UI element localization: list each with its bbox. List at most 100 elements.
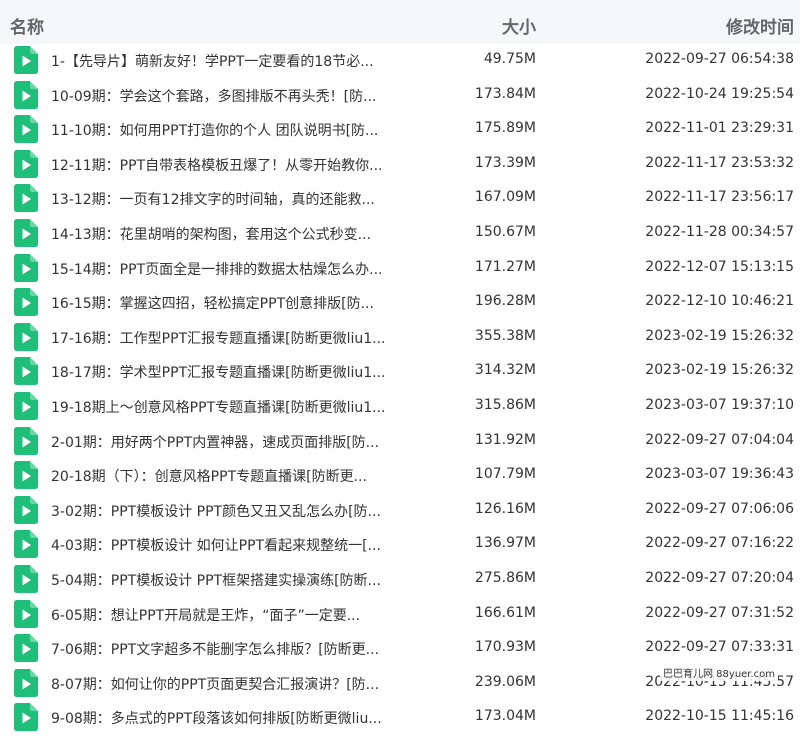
file-row[interactable]: 16-15期：掌握这四招，轻松搞定PPT创意排版[防... 196.28M 2022… bbox=[0, 283, 800, 318]
watermark: 巴巴育儿网 88yuer.com bbox=[660, 664, 779, 681]
file-row[interactable]: 5-04期：PPT模板设计 PPT框架搭建实操演练[防断... 275.86M 20… bbox=[0, 560, 800, 595]
video-file-icon bbox=[14, 599, 38, 628]
file-row[interactable]: 13-12期：一页有12排文字的时间轴，真的还能救... 167.09M 2022-… bbox=[0, 179, 800, 214]
file-row[interactable]: 12-11期：PPT自带表格模板丑爆了！从零开始教你... 173.39M 2022… bbox=[0, 145, 800, 180]
video-file-icon bbox=[14, 495, 38, 524]
column-header-modified[interactable]: 修改时间 bbox=[660, 13, 794, 38]
video-file-icon bbox=[14, 46, 38, 74]
file-modified-time: 2022-10-24 19:25:54 bbox=[645, 85, 794, 102]
file-row[interactable]: 15-14期：PPT页面全是一排排的数据太枯燥怎么办... 171.27M 2022… bbox=[0, 249, 800, 284]
file-size: 150.67M bbox=[474, 223, 536, 240]
file-size: 173.39M bbox=[474, 154, 536, 171]
video-file-icon bbox=[14, 115, 38, 144]
file-size: 170.93M bbox=[474, 639, 536, 656]
file-name: 14-13期：花里胡哨的架构图，套用这个公式秒变... bbox=[51, 226, 372, 243]
file-name: 11-10期：如何用PPT打造你的个人 团队说明书[防... bbox=[51, 123, 379, 140]
file-row[interactable]: 17-16期：工作型PPT汇报专题直播课[防断更微liu1... 355.38M 2… bbox=[0, 318, 800, 353]
file-modified-time: 2022-11-28 00:34:57 bbox=[645, 223, 794, 240]
file-row[interactable]: 1-【先导片】萌新友好！学PPT一定要看的18节必... 49.75M 2022-0… bbox=[0, 41, 800, 76]
file-size: 173.04M bbox=[474, 708, 536, 725]
video-file-icon bbox=[14, 391, 38, 420]
file-modified-time: 2022-09-27 07:06:06 bbox=[645, 500, 794, 517]
file-modified-time: 2023-02-19 15:26:32 bbox=[645, 362, 794, 379]
video-file-icon bbox=[14, 218, 38, 247]
file-name: 4-03期：PPT模板设计 如何让PPT看起来规整统一[... bbox=[51, 538, 381, 555]
column-header-size[interactable]: 大小 bbox=[488, 13, 536, 38]
file-modified-time: 2022-09-27 07:33:31 bbox=[645, 639, 794, 656]
file-modified-time: 2022-12-10 10:46:21 bbox=[645, 293, 794, 310]
file-row[interactable]: 6-05期：想让PPT开局就是王炸，“面子”一定要... 166.61M 2022-… bbox=[0, 595, 800, 630]
video-file-icon bbox=[14, 357, 38, 386]
file-row[interactable]: 20-18期（下）：创意风格PPT专题直播课[防断更... 107.79M 2023… bbox=[0, 456, 800, 491]
file-modified-time: 2023-03-07 19:37:10 bbox=[645, 396, 794, 413]
file-modified-time: 2022-09-27 07:16:22 bbox=[645, 535, 794, 552]
file-row[interactable]: 7-06期：PPT文字超多不能删字怎么排版？[防断更... 170.93M 2022… bbox=[0, 629, 800, 664]
file-name: 17-16期：工作型PPT汇报专题直播课[防断更微liu1... bbox=[51, 330, 386, 347]
video-file-icon bbox=[14, 253, 38, 282]
file-modified-time: 2023-03-07 19:36:43 bbox=[645, 466, 794, 483]
file-list: 1-【先导片】萌新友好！学PPT一定要看的18节必... 49.75M 2022-0… bbox=[0, 41, 800, 733]
file-size: 173.84M bbox=[474, 85, 536, 102]
file-row[interactable]: 10-09期：学会这个套路，多图排版不再头秃！[防... 173.84M 2022-… bbox=[0, 76, 800, 111]
file-row[interactable]: 11-10期：如何用PPT打造你的个人 团队说明书[防... 175.89M 202… bbox=[0, 110, 800, 145]
file-modified-time: 2022-10-15 11:45:16 bbox=[645, 708, 794, 725]
file-modified-time: 2022-12-07 15:13:15 bbox=[645, 258, 794, 275]
file-size: 136.97M bbox=[474, 535, 536, 552]
file-row[interactable]: 18-17期：学术型PPT汇报专题直播课[防断更微liu1... 314.32M 2… bbox=[0, 352, 800, 387]
file-size: 107.79M bbox=[474, 466, 536, 483]
file-size: 314.32M bbox=[474, 362, 536, 379]
file-size: 167.09M bbox=[474, 189, 536, 206]
column-header: 名称 大小 修改时间 bbox=[0, 0, 800, 44]
file-row[interactable]: 3-02期：PPT模板设计 PPT颜色又丑又乱怎么办[防... 126.16M 20… bbox=[0, 491, 800, 526]
video-file-icon bbox=[14, 634, 38, 663]
video-file-icon bbox=[14, 564, 38, 593]
file-row[interactable]: 19-18期上～创意风格PPT专题直播课[防断更微liu1... 315.86M 2… bbox=[0, 387, 800, 422]
file-name: 15-14期：PPT页面全是一排排的数据太枯燥怎么办... bbox=[51, 261, 383, 278]
file-size: 196.28M bbox=[474, 293, 536, 310]
file-name: 13-12期：一页有12排文字的时间轴，真的还能救... bbox=[51, 192, 375, 209]
file-name: 7-06期：PPT文字超多不能删字怎么排版？[防断更... bbox=[51, 642, 380, 659]
file-modified-time: 2022-09-27 07:04:04 bbox=[645, 431, 794, 448]
video-file-icon bbox=[14, 322, 38, 351]
file-name: 20-18期（下）：创意风格PPT专题直播课[防断更... bbox=[51, 469, 367, 486]
video-file-icon bbox=[14, 288, 38, 317]
file-row[interactable]: 9-08期：多点式的PPT段落该如何排版[防断更微liu... 173.04M 20… bbox=[0, 698, 800, 733]
file-size: 315.86M bbox=[474, 396, 536, 413]
file-size: 166.61M bbox=[474, 604, 536, 621]
file-row[interactable]: 2-01期：用好两个PPT内置神器，速成页面排版[防... 131.92M 2022… bbox=[0, 422, 800, 457]
file-size: 49.75M bbox=[483, 51, 536, 67]
column-header-name[interactable]: 名称 bbox=[10, 13, 44, 38]
video-file-icon bbox=[14, 80, 38, 109]
file-name: 19-18期上～创意风格PPT专题直播课[防断更微liu1... bbox=[51, 399, 386, 416]
video-file-icon bbox=[14, 461, 38, 490]
video-file-icon bbox=[14, 426, 38, 455]
file-modified-time: 2022-11-01 23:29:31 bbox=[645, 120, 794, 137]
file-size: 171.27M bbox=[474, 258, 536, 275]
file-modified-time: 2022-09-27 07:20:04 bbox=[645, 569, 794, 586]
file-name: 5-04期：PPT模板设计 PPT框架搭建实操演练[防断... bbox=[51, 572, 381, 589]
file-size: 131.92M bbox=[474, 431, 536, 448]
file-name: 10-09期：学会这个套路，多图排版不再头秃！[防... bbox=[51, 88, 377, 105]
file-name: 1-【先导片】萌新友好！学PPT一定要看的18节必... bbox=[51, 54, 374, 70]
video-file-icon bbox=[14, 530, 38, 559]
file-size: 239.06M bbox=[474, 673, 536, 690]
video-file-icon bbox=[14, 703, 38, 732]
file-name: 3-02期：PPT模板设计 PPT颜色又丑又乱怎么办[防... bbox=[51, 503, 381, 520]
video-file-icon bbox=[14, 668, 38, 697]
file-name: 6-05期：想让PPT开局就是王炸，“面子”一定要... bbox=[51, 607, 361, 624]
file-row[interactable]: 14-13期：花里胡哨的架构图，套用这个公式秒变... 150.67M 2022-1… bbox=[0, 214, 800, 249]
file-name: 18-17期：学术型PPT汇报专题直播课[防断更微liu1... bbox=[51, 365, 386, 382]
file-name: 16-15期：掌握这四招，轻松搞定PPT创意排版[防... bbox=[51, 296, 374, 313]
file-size: 275.86M bbox=[474, 569, 536, 586]
file-name: 12-11期：PPT自带表格模板丑爆了！从零开始教你... bbox=[51, 157, 383, 174]
file-size: 355.38M bbox=[474, 327, 536, 344]
file-modified-time: 2022-11-17 23:56:17 bbox=[645, 189, 794, 206]
video-file-icon bbox=[14, 149, 38, 178]
file-name: 2-01期：用好两个PPT内置神器，速成页面排版[防... bbox=[51, 434, 380, 451]
file-modified-time: 2022-09-27 06:54:38 bbox=[645, 51, 794, 67]
file-modified-time: 2022-11-17 23:53:32 bbox=[645, 154, 794, 171]
file-modified-time: 2022-09-27 07:31:52 bbox=[645, 604, 794, 621]
file-row[interactable]: 4-03期：PPT模板设计 如何让PPT看起来规整统一[... 136.97M 20… bbox=[0, 525, 800, 560]
file-size: 175.89M bbox=[474, 120, 536, 137]
file-modified-time: 2023-02-19 15:26:32 bbox=[645, 327, 794, 344]
